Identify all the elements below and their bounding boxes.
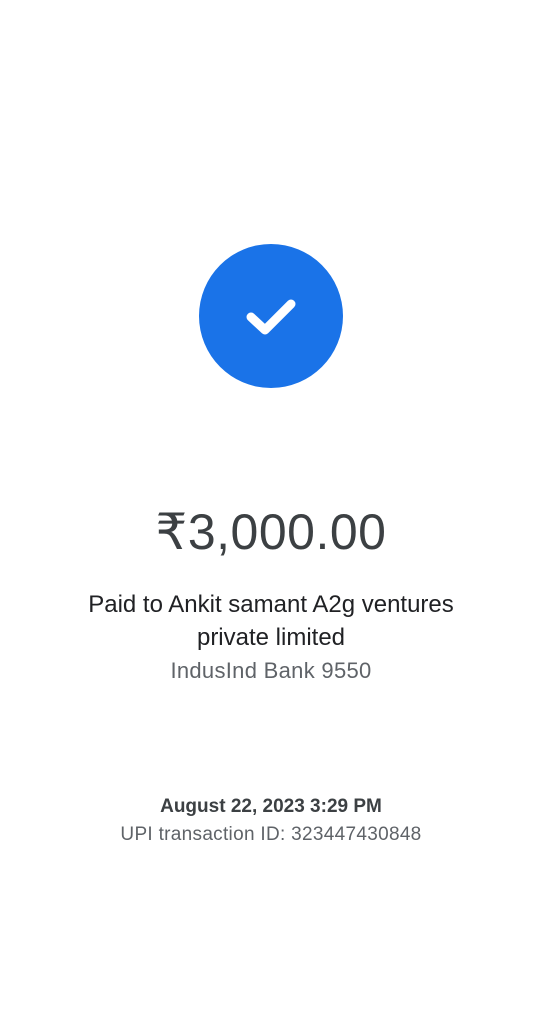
- transaction-datetime: August 22, 2023 3:29 PM: [160, 796, 382, 817]
- upi-transaction-id: UPI transaction ID: 323447430848: [120, 824, 422, 845]
- success-badge: [199, 244, 343, 388]
- payment-amount: ₹3,000.00: [155, 504, 387, 560]
- bank-account: IndusInd Bank 9550: [170, 658, 372, 683]
- payment-success-screen: ₹3,000.00 Paid to Ankit samant A2g ventu…: [0, 0, 542, 1024]
- checkmark-icon: [246, 299, 296, 335]
- payee-name: Paid to Ankit samant A2g ventures privat…: [88, 591, 454, 651]
